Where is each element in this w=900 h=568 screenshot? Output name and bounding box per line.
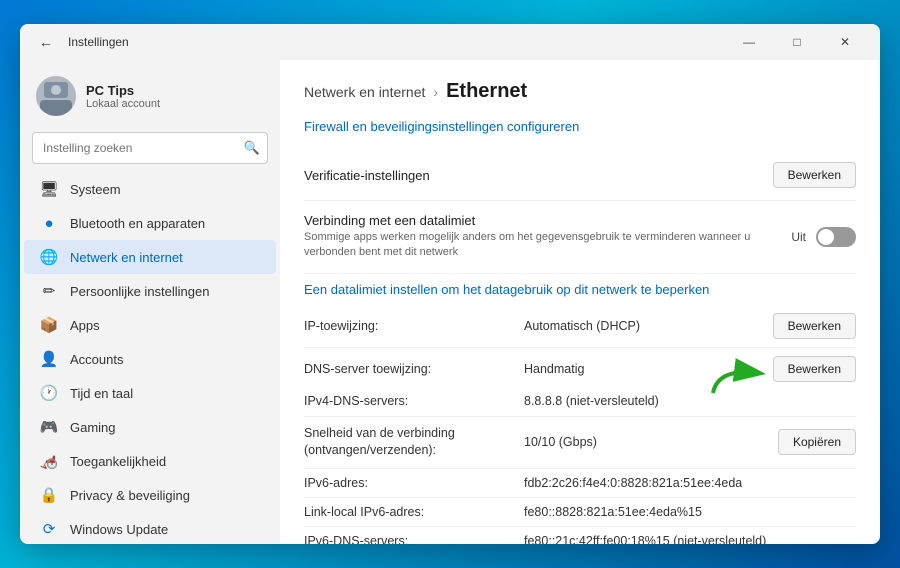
toegankelijkheid-icon: 🦽 — [40, 452, 58, 470]
verificatie-row: Verificatie-instellingen Bewerken — [304, 150, 856, 201]
content-area: PC Tips Lokaal account 🔍 🖥 Systeem ● Blu… — [20, 60, 880, 544]
ipv6dns-label: IPv6-DNS-servers: — [304, 534, 524, 544]
sidebar-item-systeem[interactable]: 🖥 Systeem — [24, 172, 276, 206]
settings-window: ← Instellingen — □ ✕ — [20, 24, 880, 544]
accounts-icon: 👤 — [40, 350, 58, 368]
dns-section: DNS-server toewijzing: Handmatig Bewerke… — [304, 348, 856, 417]
linklocal-row: Link-local IPv6-adres: fe80::8828:821a:5… — [304, 498, 856, 527]
sidebar-item-apps[interactable]: 📦 Apps — [24, 308, 276, 342]
verificatie-bewerken-button[interactable]: Bewerken — [773, 162, 856, 188]
verificatie-label: Verificatie-instellingen — [304, 168, 773, 183]
sidebar-item-gaming[interactable]: 🎮 Gaming — [24, 410, 276, 444]
user-sub: Lokaal account — [86, 98, 264, 110]
sidebar-item-update[interactable]: ⟳ Windows Update — [24, 512, 276, 544]
sidebar-item-label: Gaming — [70, 420, 116, 435]
bluetooth-icon: ● — [40, 214, 58, 232]
linklocal-label: Link-local IPv6-adres: — [304, 505, 524, 519]
sidebar-item-label: Apps — [70, 318, 100, 333]
dns-bewerken-button[interactable]: Bewerken — [773, 356, 856, 382]
dns-row: DNS-server toewijzing: Handmatig Bewerke… — [304, 348, 856, 390]
window-title: Instellingen — [68, 35, 129, 49]
data-limit-link[interactable]: Een datalimiet instellen om het datagebr… — [304, 274, 856, 305]
toggle-label: Uit — [791, 230, 806, 244]
sidebar-item-label: Privacy & beveiliging — [70, 488, 190, 503]
ip-bewerken-button[interactable]: Bewerken — [773, 313, 856, 339]
ipv6dns-row: IPv6-DNS-servers: fe80::21c:42ff:fe00:18… — [304, 527, 856, 544]
page-title: Ethernet — [446, 80, 527, 103]
sidebar-item-label: Bluetooth en apparaten — [70, 216, 205, 231]
verbinding-info: Verbinding met een datalimiet Sommige ap… — [304, 213, 791, 261]
ip-label: IP-toewijzing: — [304, 319, 524, 333]
green-arrow-indicator — [708, 358, 768, 398]
sidebar-item-accounts[interactable]: 👤 Accounts — [24, 342, 276, 376]
sidebar-item-label: Toegankelijkheid — [70, 454, 166, 469]
ipv6dns-value: fe80::21c:42ff:fe00:18%15 (niet-versleut… — [524, 534, 856, 544]
sidebar-item-netwerk[interactable]: 🌐 Netwerk en internet — [24, 240, 276, 274]
sidebar-item-label: Persoonlijke instellingen — [70, 284, 209, 299]
sidebar-item-label: Tijd en taal — [70, 386, 133, 401]
title-bar: ← Instellingen — □ ✕ — [20, 24, 880, 60]
sidebar-item-label: Windows Update — [70, 522, 168, 537]
main-content: Netwerk en internet › Ethernet Firewall … — [280, 60, 880, 544]
breadcrumb: Netwerk en internet — [304, 84, 425, 100]
ip-row: IP-toewijzing: Automatisch (DHCP) Bewerk… — [304, 305, 856, 348]
verbinding-toggle-area: Uit — [791, 227, 856, 247]
search-input[interactable] — [32, 132, 268, 164]
update-icon: ⟳ — [40, 520, 58, 538]
sidebar-item-bluetooth[interactable]: ● Bluetooth en apparaten — [24, 206, 276, 240]
systeem-icon: 🖥 — [40, 180, 58, 198]
ip-value: Automatisch (DHCP) — [524, 319, 773, 333]
dns-label: DNS-server toewijzing: — [304, 362, 524, 376]
close-button[interactable]: ✕ — [822, 27, 868, 57]
window-controls: — □ ✕ — [726, 27, 868, 57]
verbinding-toggle[interactable] — [816, 227, 856, 247]
ipv4-dns-row: IPv4-DNS-servers: 8.8.8.8 (niet-versleut… — [304, 390, 856, 417]
ipv6-label: IPv6-adres: — [304, 476, 524, 490]
apps-icon: 📦 — [40, 316, 58, 334]
back-button[interactable]: ← — [32, 28, 60, 56]
page-header: Netwerk en internet › Ethernet — [304, 80, 856, 103]
search-icon: 🔍 — [244, 140, 260, 156]
network-icon: 🌐 — [40, 248, 58, 266]
sidebar-item-label: Netwerk en internet — [70, 250, 183, 265]
ipv4-dns-label: IPv4-DNS-servers: — [304, 394, 524, 408]
sidebar-item-label: Systeem — [70, 182, 121, 197]
speed-label: Snelheid van de verbinding (ontvangen/ve… — [304, 425, 524, 460]
maximize-button[interactable]: □ — [774, 27, 820, 57]
speed-value: 10/10 (Gbps) — [524, 435, 778, 449]
minimize-button[interactable]: — — [726, 27, 772, 57]
sidebar-item-privacy[interactable]: 🔒 Privacy & beveiliging — [24, 478, 276, 512]
sidebar-item-toegankelijkheid[interactable]: 🦽 Toegankelijkheid — [24, 444, 276, 478]
verbinding-row: Verbinding met een datalimiet Sommige ap… — [304, 201, 856, 274]
user-name: PC Tips — [86, 83, 264, 98]
breadcrumb-separator: › — [433, 84, 438, 100]
verificatie-actions: Bewerken — [773, 162, 856, 188]
ipv6-value: fdb2:2c26:f4e4:0:8828:821a:51ee:4eda — [524, 476, 856, 490]
firewall-link[interactable]: Firewall en beveiligingsinstellingen con… — [304, 119, 856, 134]
sidebar-item-label: Accounts — [70, 352, 123, 367]
speed-kopieren-button[interactable]: Kopiëren — [778, 429, 856, 455]
sidebar-item-tijd[interactable]: 🕐 Tijd en taal — [24, 376, 276, 410]
speed-row: Snelheid van de verbinding (ontvangen/ve… — [304, 417, 856, 469]
ipv6-row: IPv6-adres: fdb2:2c26:f4e4:0:8828:821a:5… — [304, 469, 856, 498]
tijd-icon: 🕐 — [40, 384, 58, 402]
persoonlijk-icon: ✏ — [40, 282, 58, 300]
user-info: PC Tips Lokaal account — [86, 83, 264, 110]
avatar-image — [36, 76, 76, 116]
sidebar-item-persoonlijk[interactable]: ✏ Persoonlijke instellingen — [24, 274, 276, 308]
user-section: PC Tips Lokaal account — [20, 68, 280, 128]
title-bar-left: ← Instellingen — [32, 28, 129, 56]
avatar — [36, 76, 76, 116]
gaming-icon: 🎮 — [40, 418, 58, 436]
privacy-icon: 🔒 — [40, 486, 58, 504]
linklocal-value: fe80::8828:821a:51ee:4eda%15 — [524, 505, 856, 519]
sidebar: PC Tips Lokaal account 🔍 🖥 Systeem ● Blu… — [20, 60, 280, 544]
search-box: 🔍 — [32, 132, 268, 164]
